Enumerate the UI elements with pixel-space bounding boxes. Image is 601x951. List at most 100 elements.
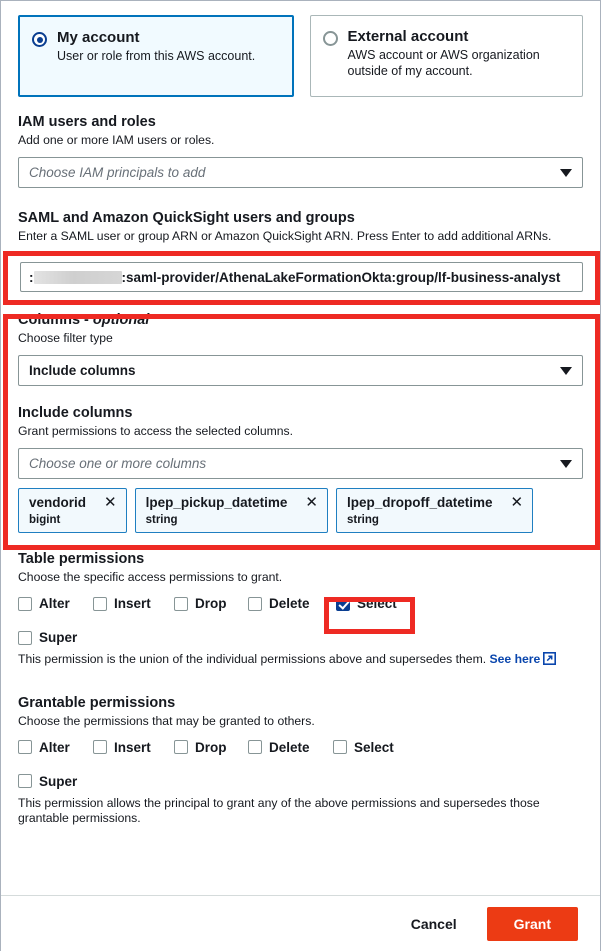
checkbox-grantable-drop[interactable]: Drop (174, 740, 248, 755)
include-columns-description: Grant permissions to access the selected… (18, 424, 294, 438)
checkbox-icon[interactable] (248, 596, 262, 611)
checkbox-icon[interactable] (18, 596, 32, 611)
column-chip-type: string (145, 514, 178, 526)
column-chip-type: string (346, 514, 379, 526)
include-columns-title: Include columns (18, 405, 133, 421)
cancel-button[interactable]: Cancel (407, 910, 461, 938)
checkbox-label: Delete (269, 596, 310, 611)
grant-permissions-panel: My account User or role from this AWS ac… (0, 0, 601, 951)
checkbox-grantable-super[interactable]: Super (18, 774, 77, 789)
columns-filter-label: Choose filter type (18, 331, 113, 345)
chevron-down-icon (560, 366, 572, 375)
columns-title-optional: optional (92, 312, 150, 328)
column-chip[interactable]: vendorid ✕ bigint (18, 488, 127, 533)
grantable-permissions-section: Grantable permissions Choose the permiss… (18, 695, 583, 827)
checkbox-label: Drop (195, 596, 227, 611)
checkbox-icon[interactable] (174, 740, 188, 754)
checkbox-icon[interactable] (18, 630, 32, 645)
grant-button[interactable]: Grant (486, 906, 578, 941)
table-super-note: This permission is the union of the indi… (18, 652, 583, 670)
checkbox-label: Delete (269, 739, 310, 755)
grantable-permissions-description: Choose the permissions that may be grant… (18, 713, 315, 728)
remove-column-icon[interactable]: ✕ (504, 495, 523, 510)
checkbox-label: Select (357, 596, 397, 611)
account-option-title: External account (347, 28, 469, 45)
columns-title-text: Columns - (18, 312, 93, 328)
selected-columns-list: vendorid ✕ bigint lpep_pickup_datetime ✕… (18, 488, 583, 533)
grantable-permissions-title: Grantable permissions (18, 694, 176, 711)
checkbox-label: Super (39, 630, 78, 645)
radio-external-account-icon[interactable] (322, 31, 338, 46)
see-here-link[interactable]: See here (490, 652, 541, 666)
account-option-description: AWS account or AWS organization outside … (347, 48, 540, 78)
footer-actions: Cancel Grant (1, 896, 600, 951)
account-option-description: User or role from this AWS account. (57, 49, 256, 63)
account-option-my-account[interactable]: My account User or role from this AWS ac… (18, 15, 294, 97)
saml-arn-suffix: :saml-provider/AthenaLakeFormationOkta:g… (121, 269, 561, 285)
chevron-down-icon (560, 459, 572, 468)
checkbox-icon[interactable] (248, 740, 262, 754)
external-link-icon (543, 652, 557, 670)
saml-section-title: SAML and Amazon QuickSight users and gro… (18, 210, 355, 226)
remove-column-icon[interactable]: ✕ (98, 495, 117, 510)
columns-section-title: Columns - optional (18, 312, 583, 329)
checkbox-label: Alter (39, 596, 70, 611)
grantable-permissions-checkbox-row: Alter Insert Drop Delete Select (18, 740, 583, 755)
table-permissions-checkbox-row: Alter Insert Drop Delete Select (18, 596, 583, 611)
column-chip-type: bigint (29, 514, 61, 526)
remove-column-icon[interactable]: ✕ (299, 495, 318, 510)
iam-section-title: IAM users and roles (18, 114, 156, 130)
iam-principals-placeholder: Choose IAM principals to add (29, 165, 206, 180)
checkbox-grantable-delete[interactable]: Delete (248, 740, 333, 755)
grantable-super-note: This permission allows the principal to … (18, 795, 540, 826)
chevron-down-icon (560, 168, 572, 177)
iam-principals-select[interactable]: Choose IAM principals to add (18, 157, 583, 188)
checkbox-icon[interactable] (174, 596, 188, 611)
column-chip[interactable]: lpep_dropoff_datetime ✕ string (335, 488, 534, 533)
checkbox-icon[interactable] (93, 740, 107, 754)
checkbox-table-drop[interactable]: Drop (174, 596, 248, 611)
checkbox-icon[interactable] (333, 740, 347, 754)
checkbox-grantable-alter[interactable]: Alter (18, 740, 93, 755)
saml-arn-prefix: : (29, 269, 34, 285)
checkbox-label: Insert (114, 596, 151, 611)
account-option-title: My account (57, 29, 140, 46)
table-permissions-title: Table permissions (18, 551, 145, 567)
checkbox-label: Super (39, 773, 78, 789)
columns-section: Columns - optional Choose filter type In… (18, 312, 583, 386)
iam-users-section: IAM users and roles Add one or more IAM … (18, 114, 583, 188)
checkbox-label: Drop (195, 739, 227, 755)
iam-section-description: Add one or more IAM users or roles. (18, 133, 215, 147)
form-body: IAM users and roles Add one or more IAM … (1, 114, 600, 827)
include-columns-placeholder: Choose one or more columns (29, 456, 207, 471)
column-filter-type-value: Include columns (29, 363, 136, 378)
radio-my-account-icon[interactable] (32, 32, 47, 47)
column-chip[interactable]: lpep_pickup_datetime ✕ string (134, 488, 328, 533)
checkbox-label: Select (354, 739, 394, 755)
include-columns-select[interactable]: Choose one or more columns (18, 448, 583, 479)
checkbox-table-select[interactable]: Select (330, 596, 397, 611)
account-option-external-account[interactable]: External account AWS account or AWS orga… (309, 15, 583, 97)
checkbox-table-super[interactable]: Super (18, 630, 77, 645)
column-chip-name: lpep_pickup_datetime (145, 495, 288, 510)
account-type-selector: My account User or role from this AWS ac… (1, 1, 600, 97)
redacted-account-id (33, 270, 122, 284)
checkbox-label: Alter (39, 739, 70, 755)
checkbox-grantable-select[interactable]: Select (333, 740, 394, 755)
checkbox-icon[interactable] (336, 596, 350, 611)
checkbox-icon[interactable] (93, 596, 107, 611)
checkbox-icon[interactable] (18, 740, 32, 754)
table-super-note-text: This permission is the union of the indi… (18, 652, 487, 666)
column-filter-type-select[interactable]: Include columns (18, 355, 583, 386)
saml-arn-input[interactable]: : :saml-provider/AthenaLakeFormationOkta:… (20, 262, 583, 292)
checkbox-table-insert[interactable]: Insert (93, 596, 174, 611)
checkbox-table-alter[interactable]: Alter (18, 596, 93, 611)
column-chip-name: lpep_dropoff_datetime (346, 495, 493, 510)
table-permissions-description: Choose the specific access permissions t… (18, 570, 283, 584)
saml-section: SAML and Amazon QuickSight users and gro… (18, 210, 583, 244)
checkbox-icon[interactable] (18, 774, 32, 788)
checkbox-grantable-insert[interactable]: Insert (93, 740, 174, 755)
checkbox-table-delete[interactable]: Delete (248, 596, 330, 611)
include-columns-section: Include columns Grant permissions to acc… (18, 405, 583, 533)
column-chip-name: vendorid (29, 495, 87, 510)
